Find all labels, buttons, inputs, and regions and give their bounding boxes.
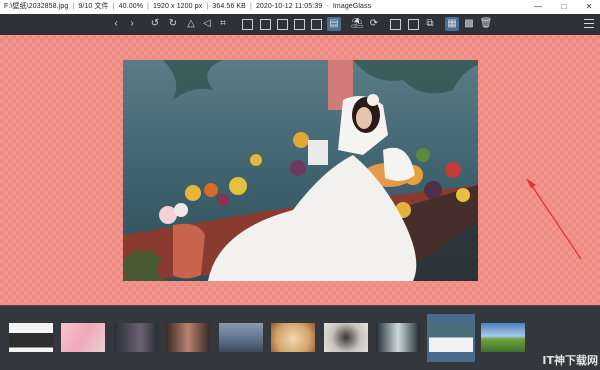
thumbnail-2[interactable] [61, 323, 105, 352]
checkerboard-icon[interactable]: ▩ [462, 17, 476, 31]
image-viewer-canvas[interactable] [0, 35, 600, 305]
thumbnail-7[interactable] [324, 323, 368, 352]
menu-icon[interactable] [584, 19, 594, 28]
window-title: F:\壁纸\2032858.jpg | 9/10 文件 | 40.00% | 1… [4, 3, 372, 10]
flip-vertical-icon[interactable]: △ [184, 17, 198, 31]
lock-zoom-icon[interactable]: ▤ [327, 17, 341, 31]
crop-icon[interactable]: ⌗ [216, 17, 230, 31]
thumbnail-3[interactable] [114, 323, 158, 352]
app-name: ImageGlass [332, 3, 372, 10]
thumbnail-9-selected[interactable] [427, 314, 475, 362]
window-titlebar: F:\壁纸\2032858.jpg | 9/10 文件 | 40.00% | 1… [0, 0, 600, 14]
thumbnail-4[interactable] [166, 323, 210, 352]
annotation-arrow [526, 178, 582, 260]
slideshow-icon[interactable]: ⧉ [423, 17, 437, 31]
thumbnail-10[interactable] [481, 323, 525, 352]
rotate-right-icon[interactable]: ↻ [166, 17, 180, 31]
scale-to-height-icon[interactable] [294, 19, 305, 30]
auto-zoom-icon[interactable] [260, 19, 271, 30]
thumbnail-8[interactable] [376, 323, 420, 352]
file-datetime: 2020-10-12 11:05:39 [255, 3, 323, 10]
scale-to-fit-icon[interactable] [311, 19, 322, 30]
minimize-button[interactable]: — [527, 0, 549, 14]
thumbnail-1[interactable] [9, 323, 53, 352]
scale-to-width-icon[interactable] [277, 19, 288, 30]
zoom-level: 40.00% [118, 3, 144, 10]
watermark: IT神下载网 [542, 354, 598, 367]
color-picker-icon[interactable] [390, 19, 401, 30]
thumbnail-6[interactable] [271, 323, 315, 352]
flip-horizontal-icon[interactable]: ◁ [200, 17, 214, 31]
file-index: 9/10 文件 [78, 3, 109, 10]
rotate-left-icon[interactable]: ↺ [148, 17, 162, 31]
gallery-icon[interactable] [408, 19, 419, 30]
maximize-button[interactable]: □ [553, 0, 575, 14]
thumbnail-bar-icon[interactable]: ▦ [445, 17, 459, 31]
delete-icon[interactable]: 🗑 [479, 17, 493, 31]
thumbnail-5[interactable] [219, 323, 263, 352]
prev-icon[interactable]: ‹ [109, 17, 123, 31]
image-dimensions: 1920 x 1200 px [153, 3, 203, 10]
adjust-window-icon[interactable]: ⛱ [350, 17, 364, 31]
close-button[interactable]: ✕ [578, 0, 600, 14]
thumbnail-bar: IT神下载网 [0, 305, 600, 370]
file-size: 364.56 KB [212, 3, 246, 10]
toolbar: ‹ › ↺ ↻ △ ◁ ⌗ ▤ ⛱ ⟳ ⧉ ▦ ▩ 🗑 [0, 14, 600, 36]
file-path: F:\壁纸\2032858.jpg [4, 3, 69, 10]
actual-size-icon[interactable] [242, 19, 253, 30]
next-icon[interactable]: › [125, 17, 139, 31]
refresh-icon[interactable]: ⟳ [367, 17, 381, 31]
